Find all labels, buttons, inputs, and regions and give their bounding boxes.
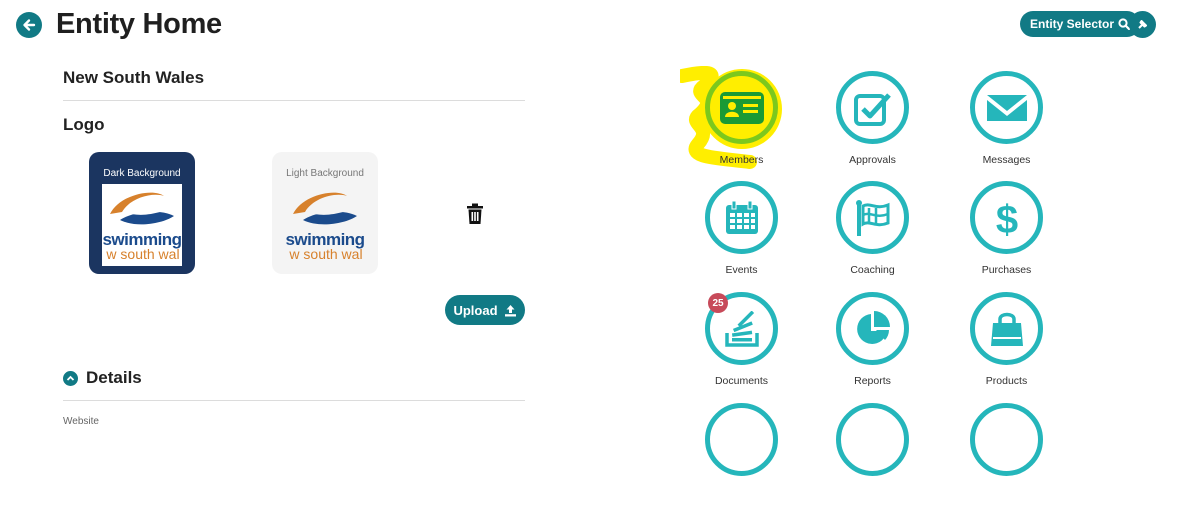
- trash-icon: [467, 203, 483, 224]
- page-title: Entity Home: [56, 8, 222, 40]
- shopping-bag-icon: [990, 312, 1023, 346]
- details-toggle[interactable]: Details: [63, 368, 142, 388]
- arrow-left-icon: [23, 19, 36, 31]
- tile-products[interactable]: Products: [934, 292, 1084, 396]
- swoosh-logo-icon: [110, 192, 174, 225]
- tile-partial[interactable]: [934, 403, 1084, 507]
- tile-coaching[interactable]: Coaching: [800, 181, 950, 285]
- events-circle: [705, 181, 778, 254]
- tile-documents[interactable]: Documents: [669, 292, 819, 396]
- reports-circle: [836, 292, 909, 365]
- document-stack-icon: [724, 310, 759, 347]
- tile-reports[interactable]: Reports: [800, 292, 950, 396]
- tile-events[interactable]: Events: [669, 181, 819, 285]
- pin-icon: [1138, 20, 1147, 29]
- entity-selector-button[interactable]: Entity Selector: [1020, 11, 1141, 37]
- messages-circle: [970, 71, 1043, 144]
- partial-circle: [970, 403, 1043, 476]
- delete-logo-button[interactable]: [466, 203, 484, 230]
- tile-label: Coaching: [850, 264, 895, 276]
- dollar-icon: $: [995, 198, 1017, 239]
- tile-label: Documents: [714, 375, 769, 387]
- tile-messages[interactable]: Messages: [934, 71, 1084, 175]
- tile-approvals[interactable]: Approvals: [800, 71, 950, 175]
- upload-icon: [504, 304, 516, 316]
- upload-button[interactable]: Upload: [445, 295, 525, 325]
- id-card-icon: [719, 91, 764, 124]
- logo-text-nsw: w south wal: [289, 246, 363, 262]
- swimming-nsw-logo: swimming w south wal: [285, 184, 365, 266]
- tile-purchases[interactable]: $ Purchases: [934, 181, 1084, 285]
- members-circle: [705, 71, 778, 144]
- upload-label: Upload: [453, 302, 498, 318]
- dark-background-label: Dark Background: [103, 168, 181, 179]
- dark-background-logo[interactable]: Dark Background swimming w south wal: [89, 152, 195, 274]
- pin-button[interactable]: [1129, 11, 1156, 38]
- documents-count-badge: 25: [708, 293, 728, 313]
- tile-label: Events: [725, 264, 758, 276]
- partial-circle: [836, 403, 909, 476]
- tile-label: Approvals: [849, 154, 896, 166]
- entity-name: New South Wales: [63, 68, 205, 87]
- details-heading: Details: [86, 368, 142, 387]
- envelope-icon: [986, 94, 1027, 121]
- logo-heading: Logo: [63, 115, 105, 134]
- tile-label: Messages: [982, 154, 1031, 166]
- coaching-circle: [836, 181, 909, 254]
- products-circle: [970, 292, 1043, 365]
- light-background-logo[interactable]: Light Background swimming w south wal: [272, 152, 378, 274]
- purchases-circle: $: [970, 181, 1043, 254]
- checkbox-icon: [853, 92, 891, 126]
- svg-text:$: $: [995, 198, 1017, 239]
- light-background-label: Light Background: [286, 168, 364, 179]
- tile-label: Purchases: [981, 264, 1032, 276]
- website-label: Website: [63, 416, 99, 427]
- tile-label: Products: [985, 375, 1028, 387]
- flag-icon: [855, 199, 889, 236]
- swoosh-logo-icon: [293, 192, 357, 225]
- tile-members[interactable]: Members: [669, 71, 819, 175]
- calendar-icon: [725, 200, 758, 234]
- back-button[interactable]: [16, 12, 42, 38]
- partial-circle: [705, 403, 778, 476]
- entity-selector-label: Entity Selector: [1030, 17, 1115, 31]
- divider: [63, 100, 525, 101]
- tile-partial[interactable]: [669, 403, 819, 507]
- divider: [63, 400, 525, 401]
- tile-label: Members: [719, 154, 764, 166]
- tile-label: Reports: [854, 375, 891, 387]
- tile-partial[interactable]: [800, 403, 950, 507]
- pie-chart-icon: [856, 310, 890, 344]
- swimming-nsw-logo: swimming w south wal: [102, 184, 182, 266]
- approvals-circle: [836, 71, 909, 144]
- logo-text-nsw: w south wal: [106, 246, 180, 262]
- chevron-up-icon: [63, 370, 78, 386]
- entity-home-page: Entity Home Entity Selector New South Wa…: [0, 0, 1203, 476]
